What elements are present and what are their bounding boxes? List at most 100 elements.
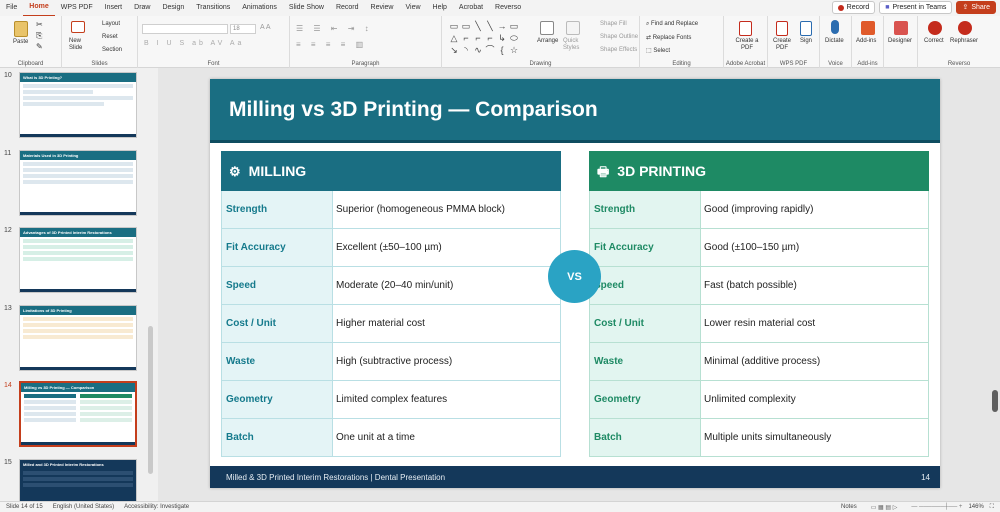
paragraph-label: Paragraph [351,61,380,67]
editor-scrollbar[interactable] [992,390,998,412]
format-painter-icon[interactable]: ✎ [36,42,43,51]
create-a-pdf-icon[interactable] [739,21,752,36]
sign-button[interactable]: Sign [800,38,812,44]
menu-reverso[interactable]: Reverso [489,0,527,16]
menu-transitions[interactable]: Transitions [190,0,236,16]
menu-wps-pdf[interactable]: WPS PDF [55,0,99,16]
table-row: Geometry Limited complex features [222,381,560,419]
shape-outline-button[interactable]: Shape Outline [600,34,638,40]
slide-thumbnail[interactable]: Limitations of 3D Printing [19,305,137,371]
font-family-dropdown[interactable] [142,24,228,34]
record-button[interactable]: Record [831,1,876,14]
shape-fill-button[interactable]: Shape Fill [600,21,627,27]
font-format-buttons[interactable]: B I U S ab AV Aa [144,40,244,47]
align-buttons[interactable]: ≡ ≡ ≡ ≡ ▥ [296,40,367,49]
menu-insert[interactable]: Insert [99,0,129,16]
row-value: Limited complex features [336,394,448,405]
sign-icon[interactable] [800,21,812,36]
notes-button[interactable]: Notes [841,504,857,510]
accessibility-status[interactable]: Accessibility: Investigate [124,504,189,510]
designer-button[interactable]: Designer [888,38,912,44]
menu-animations[interactable]: Animations [236,0,283,16]
view-buttons[interactable]: ▭ ▦ ▤ ▷ [871,504,898,511]
quick-styles-icon[interactable] [566,21,580,35]
table-row: Cost / Unit Higher material cost [222,305,560,343]
slide-canvas[interactable]: Milling vs 3D Printing — Comparison ⚙ MI… [210,79,940,488]
slide-thumbnail[interactable]: Advantages of 3D Printed Interim Restora… [19,227,137,293]
row-value: Minimal (additive process) [704,356,821,367]
table-row: Speed Moderate (20–40 min/unit) [222,267,560,305]
row-label: Geometry [590,381,701,418]
new-slide-icon[interactable] [71,21,85,33]
menu-view[interactable]: View [399,0,426,16]
share-label: Share [971,4,990,11]
list-buttons[interactable]: ☰ ☰ ⇤ ⇥ ↕ [296,24,373,33]
create-pdf-button[interactable]: Create PDF [772,38,792,52]
cut-icon[interactable]: ✂ [36,20,43,29]
slides-group: New Slide Layout Reset Section Slides [62,16,138,68]
add-ins-icon[interactable] [861,21,875,35]
slide-thumbnail[interactable]: Milled and 3D Printed Interim Restoratio… [19,459,137,501]
menu-review[interactable]: Review [365,0,400,16]
microphone-icon[interactable] [831,20,839,34]
select-button[interactable]: ⬚ Select [646,47,670,54]
menu-design[interactable]: Design [156,0,190,16]
add-ins-button[interactable]: Add-ins [856,38,876,44]
dictate-button[interactable]: Dictate [825,38,844,44]
find-and-replace-button[interactable]: ⌕ Find and Replace [646,21,698,28]
reset-button[interactable]: Reset [102,34,118,40]
create-a-pdf-button[interactable]: Create a PDF [734,38,760,52]
new-slide-button[interactable]: New Slide [69,38,91,52]
paste-button[interactable]: Paste [13,39,28,45]
menu-record[interactable]: Record [330,0,365,16]
zoom-level[interactable]: 146% [968,504,983,510]
correct-button[interactable]: Correct [924,38,944,44]
table-row: Strength Superior (homogeneous PMMA block… [222,191,560,229]
slide-title[interactable]: Milling vs 3D Printing — Comparison [229,98,598,122]
zoom-slider[interactable]: — ──────┼── + [911,504,962,510]
editing-group: ⌕ Find and Replace ⇄ Replace Fonts ⬚ Sel… [640,16,724,68]
slide-thumbnail-selected[interactable]: Milling vs 3D Printing — Comparison [19,381,137,447]
reverso-label: Reverso [947,61,971,67]
rephraser-icon[interactable] [958,21,972,35]
menu-draw[interactable]: Draw [128,0,156,16]
row-value: Unlimited complexity [704,394,796,405]
arrange-button[interactable]: Arrange [537,38,558,44]
shape-effects-button[interactable]: Shape Effects [600,47,637,53]
replace-fonts-button[interactable]: ⇄ Replace Fonts [646,34,691,41]
layout-button[interactable]: Layout [102,21,120,27]
menu-home[interactable]: Home [23,0,55,17]
menu-slide-show[interactable]: Slide Show [283,0,330,16]
paste-icon[interactable] [14,21,28,37]
menu-help[interactable]: Help [427,0,453,16]
font-size-dropdown[interactable]: 18 [230,24,256,34]
quick-styles-button[interactable]: Quick Styles [563,38,585,52]
fit-slide-icon[interactable]: ⛶ [990,504,994,511]
designer-group: Designer [884,16,918,68]
rephraser-button[interactable]: Rephraser [950,38,978,44]
copy-icon[interactable]: ⎘ [36,31,42,41]
slide-thumbnail[interactable]: What is 3D Printing? [19,72,137,138]
thumbnail-number: 14 [4,382,12,389]
grow-font-icon[interactable]: A A [260,24,271,31]
thumbnail-scrollbar[interactable] [148,326,153,474]
menu-acrobat[interactable]: Acrobat [453,0,489,16]
table-row: Batch One unit at a time [222,419,560,457]
row-label: Fit Accuracy [222,229,333,266]
editing-label: Editing [672,61,691,67]
milling-column: ⚙ MILLING Strength Superior (homogeneous … [221,151,561,458]
correct-icon[interactable] [928,21,942,35]
share-button[interactable]: ⇪ Share [956,1,996,14]
menu-file[interactable]: File [0,0,23,16]
shapes-gallery[interactable]: ▭ ▭ ╲ ╲ → ▭ △ ⌐ ⌐ ⌐ ↳ ⬭ ↘ ◝ ∿ ⌒{☆ [448,20,524,56]
row-label: Speed [590,267,701,304]
language-status[interactable]: English (United States) [53,504,114,510]
create-pdf-icon[interactable] [776,21,788,36]
section-button[interactable]: Section [102,47,122,53]
designer-icon[interactable] [894,21,908,35]
gear-icon: ⚙ [229,163,241,179]
present-in-teams-button[interactable]: ■ Present in Teams [879,1,953,14]
arrange-icon[interactable] [540,21,554,35]
slide-thumbnail[interactable]: Materials Used in 3D Printing [19,150,137,216]
table-row: Fit Accuracy Good (±100–150 µm) [590,229,928,267]
